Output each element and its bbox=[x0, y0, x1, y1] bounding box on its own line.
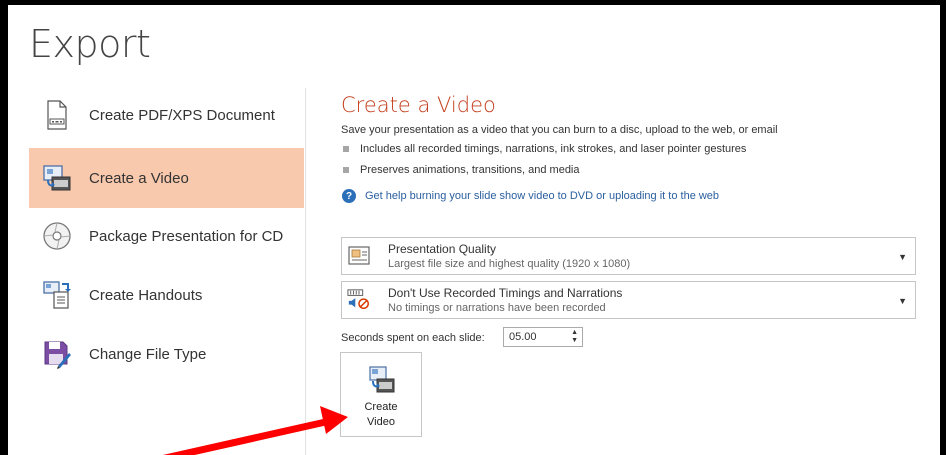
section-description: Save your presentation as a video that y… bbox=[341, 124, 778, 136]
nav-label: Create a Video bbox=[89, 169, 189, 187]
nav-label: Create Handouts bbox=[89, 286, 203, 304]
help-question-icon: ? bbox=[342, 189, 356, 203]
bullet-item: Preserves animations, transitions, and m… bbox=[343, 164, 580, 176]
dropdown-title: Don't Use Recorded Timings and Narration… bbox=[388, 286, 623, 300]
quality-dropdown[interactable]: Presentation Quality Largest file size a… bbox=[341, 237, 916, 275]
bullet-square-icon bbox=[343, 167, 349, 173]
spinner-up-icon[interactable]: ▲ bbox=[571, 329, 578, 337]
dropdown-subtitle: Largest file size and highest quality (1… bbox=[388, 258, 631, 270]
dropdown-title: Presentation Quality bbox=[388, 242, 497, 256]
nav-item-change-file-type[interactable]: Change File Type bbox=[29, 324, 304, 384]
nav-label: Package Presentation for CD bbox=[89, 227, 284, 245]
create-video-icon bbox=[368, 365, 396, 400]
cd-icon bbox=[35, 221, 79, 251]
handouts-icon bbox=[35, 280, 79, 310]
bullet-text: Preserves animations, transitions, and m… bbox=[360, 164, 580, 176]
section-title: Create a Video bbox=[341, 93, 496, 117]
no-narration-icon bbox=[347, 288, 371, 312]
create-video-label: Create Video bbox=[341, 400, 421, 430]
create-video-button[interactable]: Create Video bbox=[340, 352, 422, 437]
nav-item-create-pdf[interactable]: Create PDF/XPS Document bbox=[29, 85, 304, 145]
presentation-quality-icon bbox=[347, 244, 371, 268]
seconds-spinner[interactable]: ▲ ▼ bbox=[503, 327, 583, 347]
help-link-text[interactable]: Get help burning your slide show video t… bbox=[365, 190, 719, 202]
dropdown-arrow-icon: ▼ bbox=[898, 252, 907, 262]
bullet-text: Includes all recorded timings, narration… bbox=[360, 143, 747, 155]
timings-dropdown[interactable]: Don't Use Recorded Timings and Narration… bbox=[341, 281, 916, 319]
bullet-square-icon bbox=[343, 146, 349, 152]
page-title: Export bbox=[29, 22, 151, 66]
create-video-line2: Video bbox=[367, 416, 395, 428]
create-video-line1: Create bbox=[364, 401, 398, 413]
nav-item-create-handouts[interactable]: Create Handouts bbox=[29, 265, 304, 325]
dropdown-subtitle: No timings or narrations have been recor… bbox=[388, 302, 606, 314]
help-link[interactable]: ? Get help burning your slide show video… bbox=[342, 189, 719, 203]
spinner-down-icon[interactable]: ▼ bbox=[571, 337, 578, 345]
nav-item-create-video[interactable]: Create a Video bbox=[29, 148, 304, 208]
nav-item-package-cd[interactable]: Package Presentation for CD bbox=[29, 206, 304, 266]
nav-label: Change File Type bbox=[89, 345, 207, 363]
bullet-item: Includes all recorded timings, narration… bbox=[343, 143, 746, 155]
vertical-divider bbox=[305, 88, 306, 455]
seconds-input[interactable] bbox=[509, 331, 559, 343]
pdf-document-icon bbox=[35, 100, 79, 130]
nav-label: Create PDF/XPS Document bbox=[89, 106, 275, 124]
seconds-label: Seconds spent on each slide: bbox=[341, 332, 485, 344]
dropdown-arrow-icon: ▼ bbox=[898, 296, 907, 306]
video-icon bbox=[35, 163, 79, 193]
save-file-icon bbox=[35, 339, 79, 369]
spinner-buttons[interactable]: ▲ ▼ bbox=[571, 329, 578, 345]
